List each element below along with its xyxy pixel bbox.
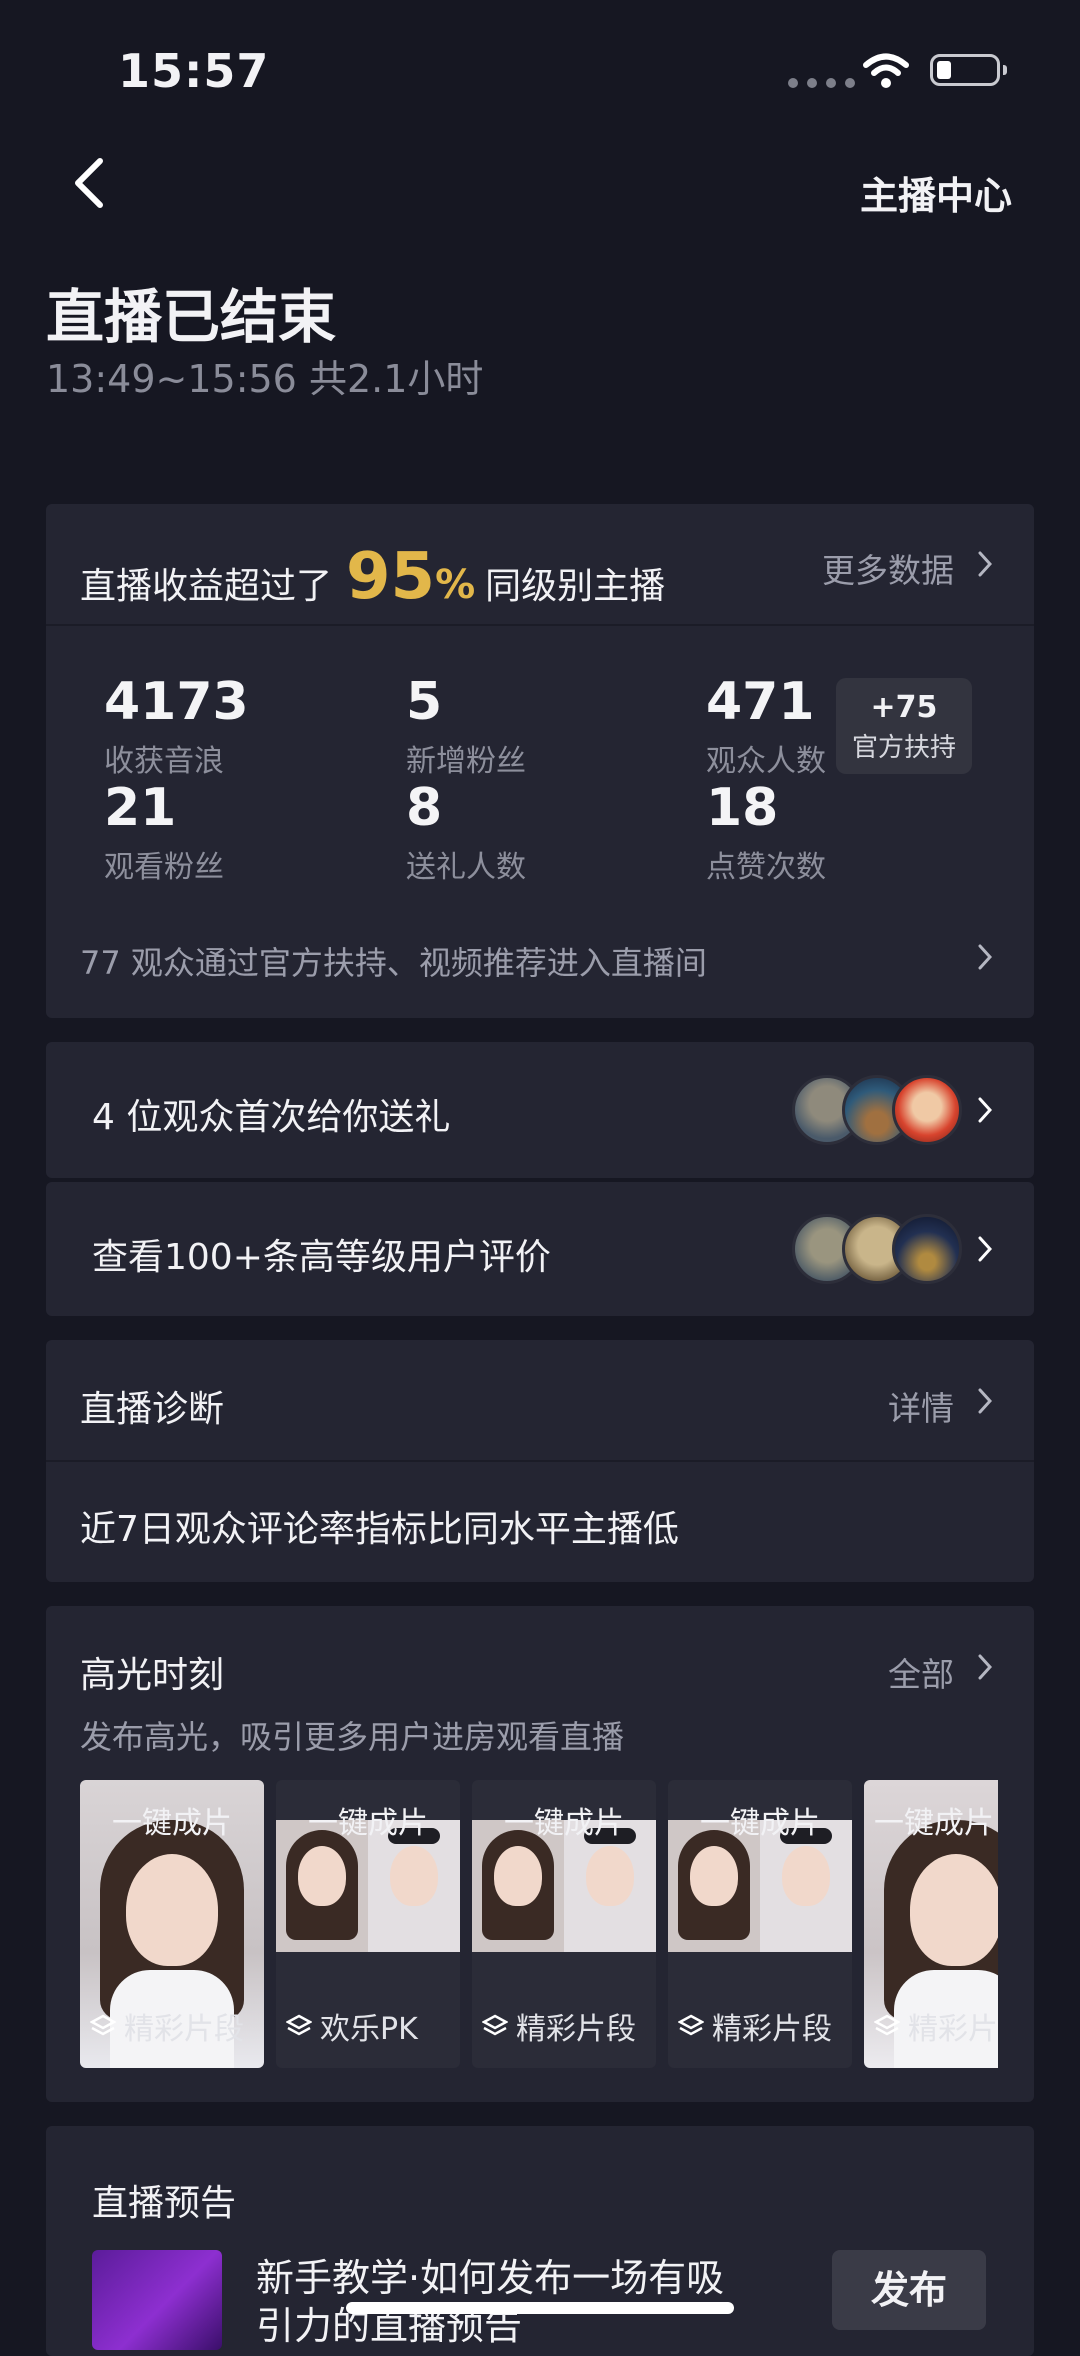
first-gift-row[interactable]: 4 位观众首次给你送礼 [46,1042,1034,1178]
chevron-right-icon[interactable] [978,1236,992,1262]
stat-label-watching-fans: 观看粉丝 [104,850,224,885]
home-indicator[interactable] [346,2302,734,2314]
chevron-right-icon[interactable] [978,1654,992,1680]
preview-thumbnail[interactable] [92,2250,222,2350]
divider [46,624,1034,626]
live-preview-card: 直播预告 新手教学·如何发布一场有吸 引力的直播预告 发布 [46,2126,1034,2356]
reviews-text: 查看100+条高等级用户评价 [92,1237,551,1278]
revenue-rank-line: 直播收益超过了 95 % 同级别主播 [80,540,665,614]
highlight-bottom-label: 精彩片段 [678,2004,832,2048]
layers-icon [286,2014,312,2036]
anchor-center-link[interactable]: 主播中心 [860,165,1012,220]
stat-value-likes: 18 [706,778,779,838]
chevron-right-icon[interactable] [978,551,992,577]
stat-value-viewers: 471 [706,672,815,732]
layers-icon [678,2014,704,2036]
highlights-strip: 一键成片 精彩片段 一键成片 欢乐PK 一键成片 精彩片段 一键成片 精彩片段 … [80,1780,998,2068]
highlight-clip[interactable]: 一键成片 精彩片 [864,1780,998,2068]
boost-badge-label: 官方扶持 [851,733,956,763]
revenue-stats-card: 直播收益超过了 95 % 同级别主播 更多数据 4173 收获音浪 5 新增粉丝… [46,504,1034,1018]
highlight-bottom-text: 精彩片段 [712,2012,832,2047]
battery-icon [930,54,1007,86]
highlight-bottom-label: 精彩片段 [482,2004,636,2048]
highlight-clip[interactable]: 一键成片 精彩片段 [668,1780,852,2068]
highlight-top-label: 一键成片 [700,1806,820,1841]
revenue-rank-prefix: 直播收益超过了 [80,566,333,607]
live-diagnosis-card: 直播诊断 详情 近7日观众评论率指标比同水平主播低 [46,1340,1034,1582]
highlight-bottom-text: 精彩片 [908,2012,998,2047]
highlight-top-label: 一键成片 [874,1806,994,1841]
high-level-reviews-row[interactable]: 查看100+条高等级用户评价 [46,1182,1034,1316]
preview-text-line1: 新手教学·如何发布一场有吸 [256,2256,725,2300]
traffic-source-note[interactable]: 77 观众通过官方扶持、视频推荐进入直播间 [80,938,707,984]
page-subtitle: 13:49~15:56 共2.1小时 [46,357,484,401]
cellular-signal-icon [788,78,855,88]
avatar [892,1075,962,1145]
highlight-clip[interactable]: 一键成片 精彩片段 [472,1780,656,2068]
revenue-rank-percent-sign: % [435,562,476,608]
stat-label-likes: 点赞次数 [706,850,826,885]
highlights-subtitle: 发布高光，吸引更多用户进房观看直播 [80,1718,625,1756]
diagnosis-detail-link[interactable]: 详情 [888,1382,954,1430]
diagnosis-message: 近7日观众评论率指标比同水平主播低 [80,1509,679,1550]
highlight-bottom-label: 精彩片段 [90,2004,244,2048]
page-title: 直播已结束 [46,283,337,351]
stat-value-gifters: 8 [406,778,443,838]
publish-button[interactable]: 发布 [832,2250,986,2330]
chevron-right-icon[interactable] [978,944,992,970]
layers-icon [90,2014,116,2036]
highlight-bottom-text: 精彩片段 [124,2012,244,2047]
revenue-rank-suffix: 同级别主播 [485,566,666,607]
highlight-top-label: 一键成片 [308,1806,428,1841]
stat-value-watching-fans: 21 [104,778,177,838]
chevron-right-icon[interactable] [978,1097,992,1123]
back-chevron-icon[interactable] [70,155,110,211]
highlight-bottom-text: 精彩片段 [516,2012,636,2047]
official-boost-badge[interactable]: +75 官方扶持 [836,678,972,774]
highlight-clip[interactable]: 一键成片 精彩片段 [80,1780,264,2068]
highlights-all-link[interactable]: 全部 [888,1648,954,1696]
first-gift-text: 4 位观众首次给你送礼 [92,1097,451,1138]
revenue-rank-percent: 95 [346,540,436,614]
chevron-right-icon[interactable] [978,1388,992,1414]
highlight-bottom-text: 欢乐PK [320,2012,418,2047]
stat-value-sound-waves: 4173 [104,672,249,732]
stat-label-new-fans: 新增粉丝 [406,744,526,779]
avatar [892,1214,962,1284]
preview-title: 直播预告 [92,2183,237,2224]
stat-label-gifters: 送礼人数 [406,850,526,885]
stat-label-viewers: 观众人数 [706,744,826,779]
layers-icon [874,2014,900,2036]
highlights-title: 高光时刻 [80,1655,225,1696]
highlight-top-label: 一键成片 [504,1806,624,1841]
stat-value-new-fans: 5 [406,672,443,732]
status-time: 15:57 [118,44,270,98]
highlight-bottom-label: 精彩片 [874,2004,998,2048]
stat-label-sound-waves: 收获音浪 [104,744,224,779]
diagnosis-title: 直播诊断 [80,1389,225,1430]
layers-icon [482,2014,508,2036]
wifi-icon [863,53,909,88]
highlight-top-label: 一键成片 [112,1806,232,1841]
boost-badge-value: +75 [870,690,938,725]
more-data-link[interactable]: 更多数据 [822,544,954,592]
divider [46,1460,1034,1462]
highlight-clip[interactable]: 一键成片 欢乐PK [276,1780,460,2068]
highlight-bottom-label: 欢乐PK [286,2004,418,2048]
